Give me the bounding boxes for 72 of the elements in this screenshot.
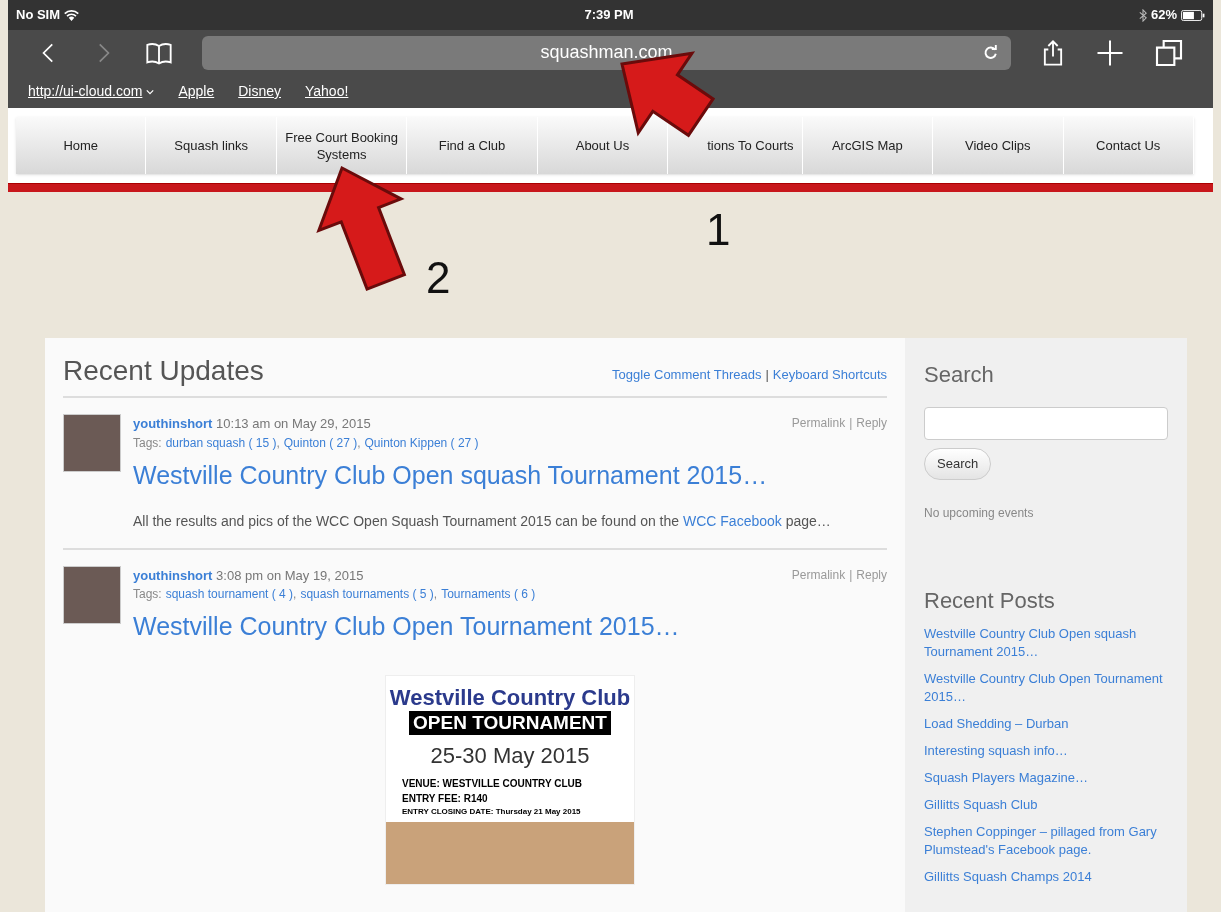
- nav-link[interactable]: Free Court Booking Systems: [280, 128, 403, 163]
- annotation-number: 1: [706, 208, 731, 252]
- avatar-photo-placeholder: [63, 414, 121, 472]
- poster-event: OPEN TOURNAMENT: [409, 711, 611, 735]
- post-title-link[interactable]: Westville Country Club Open squash Tournament 2015…: [133, 459, 887, 491]
- recent-post-link[interactable]: Load Shedding – Durban: [924, 715, 1168, 733]
- poster-dates: 25-30 May 2015: [430, 741, 590, 770]
- poster-closing: ENTRY CLOSING DATE: Thursday 21 May 2015: [402, 805, 582, 818]
- tags-label: Tags:: [133, 586, 162, 604]
- recent-posts-title: Recent Posts: [924, 587, 1056, 615]
- tag-separator: ,: [293, 586, 297, 604]
- recent-post-link[interactable]: Gillitts Squash Club: [924, 796, 1168, 814]
- bookmark-link[interactable]: Apple: [178, 81, 215, 102]
- bookmark-link[interactable]: Disney: [238, 81, 281, 102]
- post-time: 10:13 am on May 29, 2015: [215, 416, 371, 431]
- search-title: Search: [924, 361, 995, 389]
- post-action-link[interactable]: Permalink: [791, 565, 846, 586]
- post-excerpt: All the results and pics of the WCC Open Squash Tournament 2015 can be found on the WCC Facebook page…: [133, 511, 832, 531]
- bluetooth-icon: [1138, 8, 1147, 22]
- bookmark-link[interactable]: Yahoo!: [305, 81, 349, 102]
- tag-separator: ,: [357, 434, 361, 452]
- search-field[interactable]: [924, 407, 1168, 440]
- annotation-number: 2: [426, 256, 451, 300]
- battery-percent: 62%: [1150, 6, 1177, 25]
- facebook-link[interactable]: WCC Facebook: [683, 512, 782, 529]
- search-button[interactable]: Search: [924, 448, 992, 480]
- separator: |: [849, 415, 853, 432]
- post-title-link[interactable]: Westville Country Club Open Tournament 2015…: [133, 611, 887, 643]
- avatar-photo-placeholder: [63, 565, 121, 624]
- recent-post-link[interactable]: Stephen Coppinger – pillaged from Gary Plumstead's Facebook page.: [924, 823, 1168, 859]
- nav-link[interactable]: ArcGIS Map: [831, 137, 903, 154]
- recent-post-link[interactable]: Westville Country Club Open Tournament 2015…: [924, 670, 1168, 706]
- nav-link[interactable]: Video Clips: [965, 137, 1031, 154]
- recent-post-link[interactable]: Interesting squash info…: [924, 742, 1168, 760]
- separator: |: [849, 566, 853, 584]
- post-action-link[interactable]: Reply: [856, 565, 887, 586]
- tag-link[interactable]: squash tournaments ( 5 ): [300, 585, 434, 604]
- address-bar[interactable]: squashman.com: [202, 35, 1011, 70]
- poster-fee: ENTRY FEE: R140: [402, 791, 489, 806]
- battery-icon: [1181, 9, 1205, 21]
- post-time: 3:08 pm on May 19, 2015: [215, 567, 364, 583]
- bookmark-link[interactable]: http://ui-cloud.com: [28, 81, 143, 102]
- recent-post-link[interactable]: Westville Country Club Open squash Tournament 2015…: [924, 625, 1168, 661]
- poster-venue: VENUE: WESTVILLE COUNTRY CLUB: [402, 776, 582, 791]
- nav-link[interactable]: Find a Club: [438, 137, 506, 154]
- nav-link[interactable]: tions To Courts: [707, 137, 794, 154]
- nav-link[interactable]: About Us: [575, 137, 630, 154]
- tag-separator: ,: [433, 586, 438, 604]
- poster-club: Westville Country Club: [389, 683, 631, 711]
- tag-link[interactable]: Quinton Kippen ( 27 ): [364, 433, 479, 452]
- carrier-label: No SIM: [16, 6, 61, 25]
- separator: |: [765, 365, 769, 384]
- nav-link[interactable]: Contact Us: [1096, 137, 1161, 154]
- author-link[interactable]: youthinshort: [133, 567, 213, 583]
- nav-link[interactable]: Squash links: [174, 137, 248, 154]
- recent-post-link[interactable]: Squash Players Magazine…: [924, 769, 1168, 787]
- section-title: Recent Updates: [63, 354, 264, 388]
- clock-time: 7:39 PM: [584, 6, 634, 25]
- post-action-link[interactable]: Reply: [856, 414, 887, 434]
- tag-link[interactable]: Tournaments ( 6 ): [441, 585, 536, 604]
- tag-separator: ,: [276, 434, 280, 452]
- recent-post-link[interactable]: Gillitts Squash Champs 2014: [924, 868, 1168, 886]
- author-link[interactable]: youthinshort: [133, 416, 213, 431]
- events-text: No upcoming events: [924, 505, 1035, 522]
- reload-icon[interactable]: [983, 44, 999, 61]
- header-link[interactable]: Toggle Comment Threads: [612, 364, 762, 384]
- wifi-icon: [64, 9, 80, 21]
- tags-label: Tags:: [133, 434, 162, 452]
- post-action-link[interactable]: Permalink: [791, 414, 846, 434]
- nav-link[interactable]: Home: [63, 137, 99, 154]
- chevron-down-icon[interactable]: [146, 88, 155, 95]
- header-link[interactable]: Keyboard Shortcuts: [772, 364, 887, 384]
